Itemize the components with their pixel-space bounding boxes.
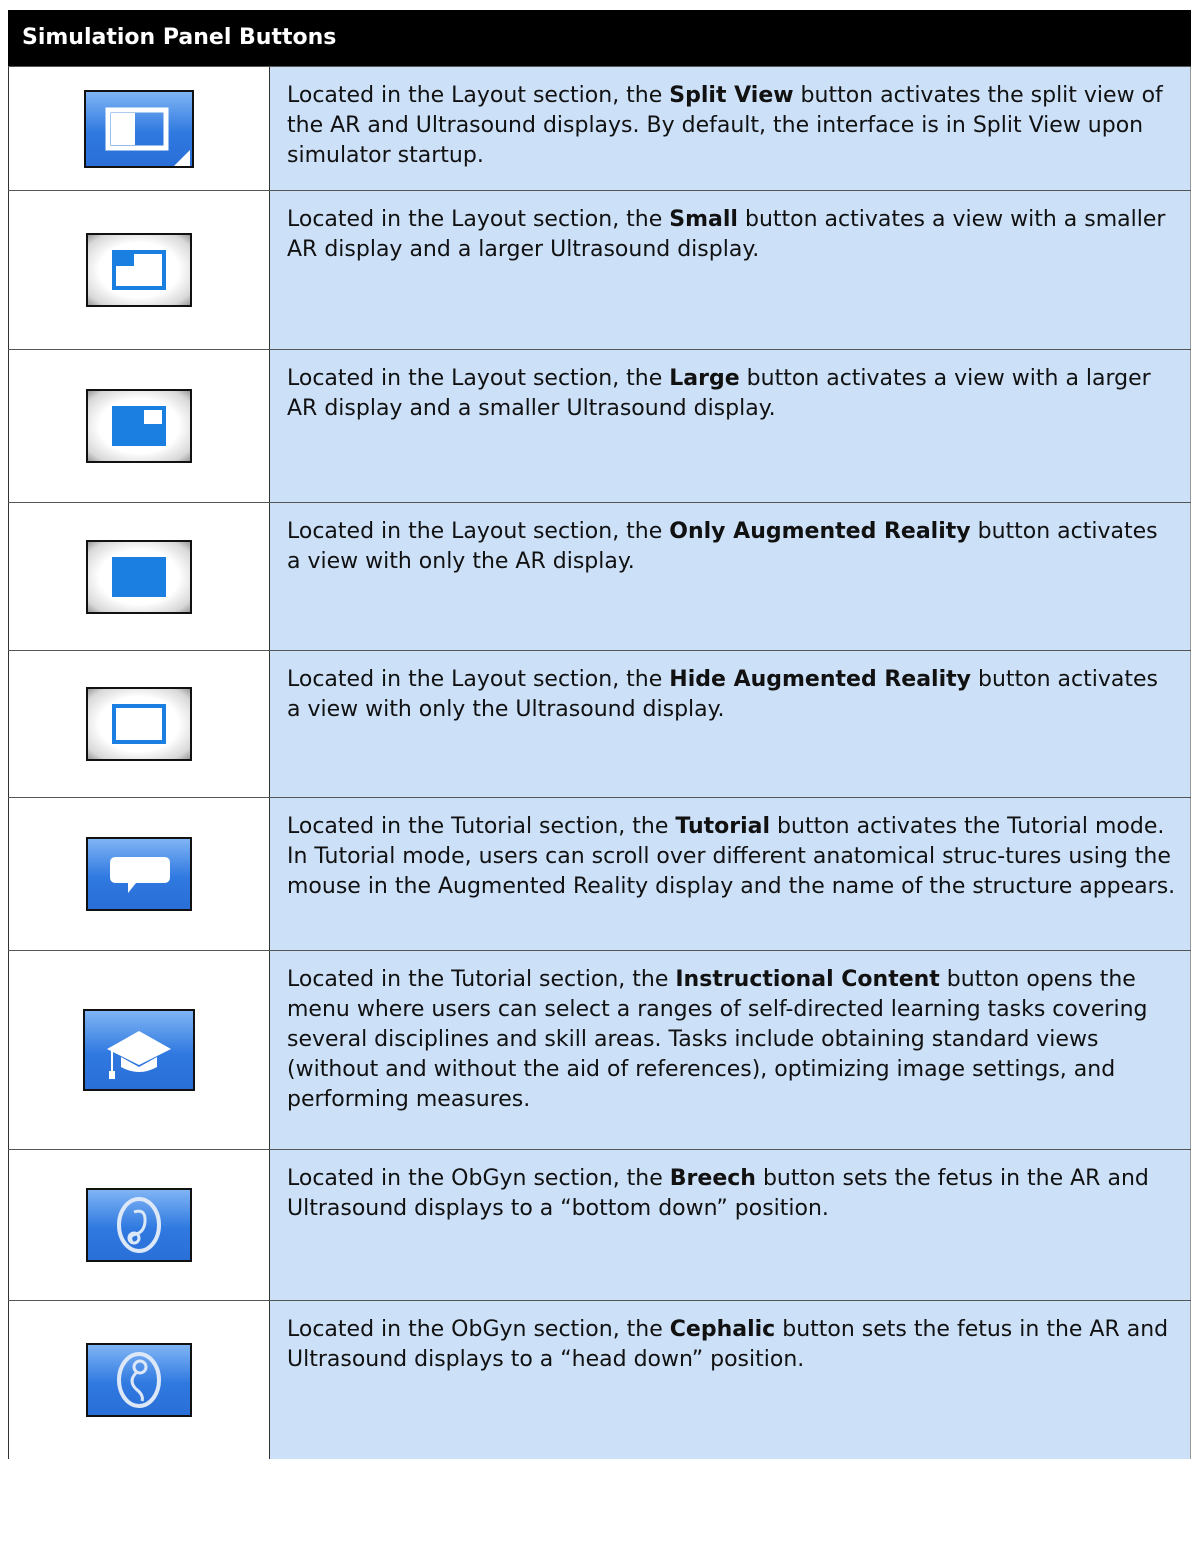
simulation-panel-buttons-table: Simulation Panel Buttons Located in the …	[8, 10, 1191, 1459]
breech-fetus-icon	[86, 1188, 192, 1262]
table-row: Located in the ObGyn section, the Cephal…	[8, 1300, 1191, 1459]
table-row: Located in the Tutorial section, the Ins…	[8, 950, 1191, 1149]
table-header: Simulation Panel Buttons	[8, 10, 1191, 66]
table-row: Located in the Layout section, the Only …	[8, 502, 1191, 650]
table-row: Located in the Layout section, the Split…	[8, 66, 1191, 190]
table-row: Located in the Layout section, the Hide …	[8, 650, 1191, 797]
table-row: Located in the Layout section, the Large…	[8, 349, 1191, 502]
graduation-cap-icon	[83, 1009, 195, 1091]
split-view-icon	[84, 89, 194, 168]
only-ar-icon	[86, 539, 192, 614]
cephalic-fetus-icon	[86, 1343, 192, 1417]
table-row: Located in the Layout section, the Small…	[8, 190, 1191, 349]
table-row: Located in the ObGyn section, the Breech…	[8, 1149, 1191, 1300]
large-layout-icon	[86, 389, 192, 463]
tutorial-speech-bubble-icon	[86, 837, 192, 911]
table-row: Located in the Tutorial section, the Tut…	[8, 797, 1191, 950]
hide-ar-icon	[86, 687, 192, 761]
small-layout-icon	[86, 233, 192, 307]
